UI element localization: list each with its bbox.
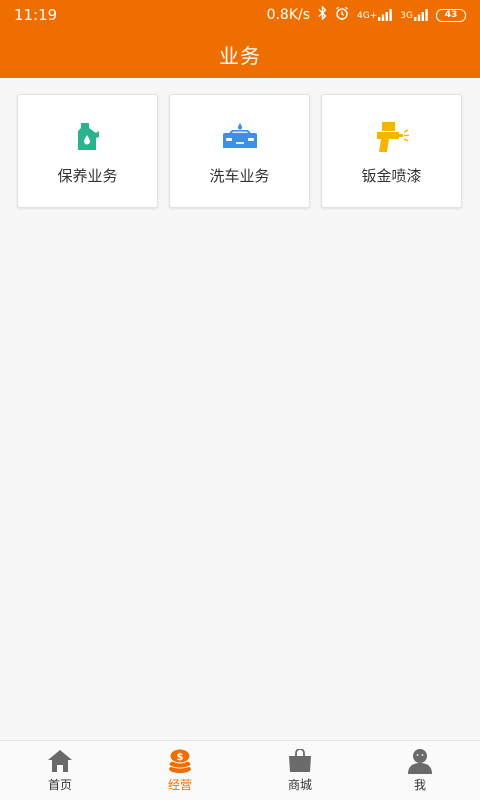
header-bar: 业务 (0, 30, 480, 78)
service-card-paint[interactable]: 钣金喷漆 (321, 94, 462, 208)
bluetooth-icon (318, 5, 327, 24)
bottom-tab-bar: 首页 $ 经营 商城 我 (0, 740, 480, 800)
tab-label: 首页 (47, 778, 72, 792)
spray-gun-icon (372, 121, 412, 153)
svg-text:$: $ (177, 752, 184, 763)
shopping-bag-icon (286, 748, 314, 774)
user-icon (406, 748, 434, 774)
tab-me[interactable]: 我 (360, 741, 480, 800)
battery-icon: 43 (436, 8, 466, 22)
tab-home[interactable]: 首页 (0, 741, 120, 800)
tab-label: 我 (413, 778, 426, 792)
signal-3g-icon: 3G (400, 9, 428, 21)
tab-business[interactable]: $ 经营 (120, 741, 240, 800)
page-title: 业务 (219, 43, 261, 68)
service-cards: 保养业务 洗车业务 钣金喷漆 (17, 94, 463, 208)
service-label: 钣金喷漆 (361, 167, 422, 185)
service-label: 保养业务 (57, 167, 118, 185)
home-icon (46, 748, 74, 774)
tab-label: 经营 (167, 778, 192, 792)
status-bar: 11:19 0.8K/s 4G+ 3G 43 (0, 0, 480, 30)
money-stack-icon: $ (166, 748, 194, 774)
tab-mall[interactable]: 商城 (240, 741, 360, 800)
service-card-car-wash[interactable]: 洗车业务 (169, 94, 310, 208)
tab-label: 商城 (287, 778, 312, 792)
main-content: 保养业务 洗车业务 钣金喷漆 (0, 78, 480, 740)
status-indicators: 0.8K/s 4G+ 3G 43 (266, 5, 466, 24)
oil-bottle-icon (68, 121, 108, 153)
network-speed: 0.8K/s (266, 7, 311, 23)
service-label: 洗车业务 (209, 167, 270, 185)
alarm-icon (335, 6, 349, 24)
service-card-maintenance[interactable]: 保养业务 (17, 94, 158, 208)
signal-4g-icon: 4G+ (357, 9, 393, 21)
car-wash-icon (220, 121, 260, 153)
status-time: 11:19 (14, 6, 58, 24)
